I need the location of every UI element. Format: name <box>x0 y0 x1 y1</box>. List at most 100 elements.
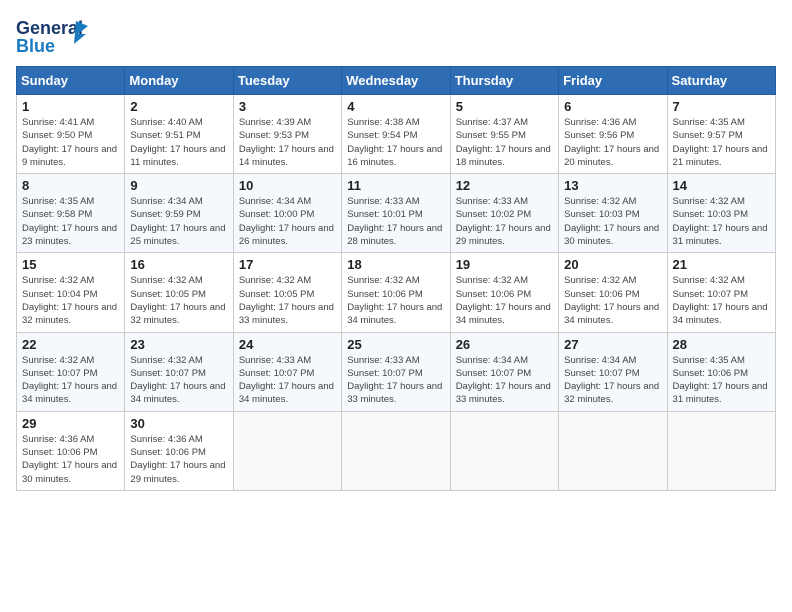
day-info: Sunrise: 4:33 AMSunset: 10:02 PMDaylight… <box>456 195 553 248</box>
day-number: 6 <box>564 99 661 114</box>
day-number: 1 <box>22 99 119 114</box>
header-day-wednesday: Wednesday <box>342 67 450 95</box>
calendar-cell: 12 Sunrise: 4:33 AMSunset: 10:02 PMDaylig… <box>450 174 558 253</box>
calendar-table: SundayMondayTuesdayWednesdayThursdayFrid… <box>16 66 776 491</box>
calendar-cell: 22 Sunrise: 4:32 AMSunset: 10:07 PMDaylig… <box>17 332 125 411</box>
day-number: 19 <box>456 257 553 272</box>
calendar-cell <box>559 411 667 490</box>
calendar-cell: 17Sunrise: 4:32 AMSunset: 10:05 PMDaylig… <box>233 253 341 332</box>
day-info: Sunrise: 4:34 AMSunset: 9:59 PMDaylight:… <box>130 195 227 248</box>
calendar-cell: 25 Sunrise: 4:33 AMSunset: 10:07 PMDaylig… <box>342 332 450 411</box>
calendar-cell <box>342 411 450 490</box>
day-number: 17 <box>239 257 336 272</box>
day-info: Sunrise: 4:32 AMSunset: 10:07 PMDaylight… <box>130 354 227 407</box>
day-info: Sunrise: 4:39 AMSunset: 9:53 PMDaylight:… <box>239 116 336 169</box>
header-day-friday: Friday <box>559 67 667 95</box>
calendar-cell: 5 Sunrise: 4:37 AMSunset: 9:55 PMDaylight… <box>450 95 558 174</box>
day-number: 26 <box>456 337 553 352</box>
calendar-week-row: 15 Sunrise: 4:32 AMSunset: 10:04 PMDaylig… <box>17 253 776 332</box>
day-info: Sunrise: 4:40 AMSunset: 9:51 PMDaylight:… <box>130 116 227 169</box>
calendar-cell <box>450 411 558 490</box>
logo: GeneralBlue <box>16 16 96 56</box>
day-number: 30 <box>130 416 227 431</box>
calendar-cell: 26 Sunrise: 4:34 AMSunset: 10:07 PMDaylig… <box>450 332 558 411</box>
calendar-cell: 29 Sunrise: 4:36 AMSunset: 10:06 PMDaylig… <box>17 411 125 490</box>
calendar-cell: 20 Sunrise: 4:32 AMSunset: 10:06 PMDaylig… <box>559 253 667 332</box>
day-number: 15 <box>22 257 119 272</box>
day-number: 13 <box>564 178 661 193</box>
calendar-cell <box>667 411 775 490</box>
day-info: Sunrise: 4:32 AMSunset: 10:06 PMDaylight… <box>347 274 444 327</box>
calendar-week-row: 29 Sunrise: 4:36 AMSunset: 10:06 PMDaylig… <box>17 411 776 490</box>
day-number: 11 <box>347 178 444 193</box>
day-info: Sunrise: 4:32 AMSunset: 10:07 PMDaylight… <box>22 354 119 407</box>
calendar-cell: 2 Sunrise: 4:40 AMSunset: 9:51 PMDaylight… <box>125 95 233 174</box>
day-info: Sunrise: 4:32 AMSunset: 10:06 PMDaylight… <box>456 274 553 327</box>
day-number: 16 <box>130 257 227 272</box>
day-info: Sunrise: 4:35 AMSunset: 9:57 PMDaylight:… <box>673 116 770 169</box>
day-info: Sunrise: 4:34 AMSunset: 10:07 PMDaylight… <box>564 354 661 407</box>
day-info: Sunrise: 4:38 AMSunset: 9:54 PMDaylight:… <box>347 116 444 169</box>
calendar-cell: 18 Sunrise: 4:32 AMSunset: 10:06 PMDaylig… <box>342 253 450 332</box>
day-info: Sunrise: 4:32 AMSunset: 10:06 PMDaylight… <box>564 274 661 327</box>
day-number: 21 <box>673 257 770 272</box>
calendar-cell: 4 Sunrise: 4:38 AMSunset: 9:54 PMDaylight… <box>342 95 450 174</box>
day-number: 5 <box>456 99 553 114</box>
calendar-cell: 16 Sunrise: 4:32 AMSunset: 10:05 PMDaylig… <box>125 253 233 332</box>
day-info: Sunrise: 4:32 AMSunset: 10:05 PMDaylight… <box>130 274 227 327</box>
day-number: 25 <box>347 337 444 352</box>
day-info: Sunrise: 4:41 AMSunset: 9:50 PMDaylight:… <box>22 116 119 169</box>
header-day-sunday: Sunday <box>17 67 125 95</box>
calendar-cell: 28 Sunrise: 4:35 AMSunset: 10:06 PMDaylig… <box>667 332 775 411</box>
day-info: Sunrise: 4:36 AMSunset: 10:06 PMDaylight… <box>130 433 227 486</box>
calendar-cell: 15 Sunrise: 4:32 AMSunset: 10:04 PMDaylig… <box>17 253 125 332</box>
calendar-week-row: 8 Sunrise: 4:35 AMSunset: 9:58 PMDaylight… <box>17 174 776 253</box>
calendar-cell: 23Sunrise: 4:32 AMSunset: 10:07 PMDaylig… <box>125 332 233 411</box>
day-number: 14 <box>673 178 770 193</box>
day-info: Sunrise: 4:33 AMSunset: 10:07 PMDaylight… <box>347 354 444 407</box>
calendar-week-row: 22 Sunrise: 4:32 AMSunset: 10:07 PMDaylig… <box>17 332 776 411</box>
day-number: 3 <box>239 99 336 114</box>
header-day-tuesday: Tuesday <box>233 67 341 95</box>
calendar-cell <box>233 411 341 490</box>
calendar-cell: 27 Sunrise: 4:34 AMSunset: 10:07 PMDaylig… <box>559 332 667 411</box>
calendar-cell: 24Sunrise: 4:33 AMSunset: 10:07 PMDaylig… <box>233 332 341 411</box>
day-number: 7 <box>673 99 770 114</box>
general-blue-logo: GeneralBlue <box>16 16 96 56</box>
calendar-cell: 14 Sunrise: 4:32 AMSunset: 10:03 PMDaylig… <box>667 174 775 253</box>
svg-text:Blue: Blue <box>16 36 55 56</box>
calendar-cell: 1 Sunrise: 4:41 AMSunset: 9:50 PMDaylight… <box>17 95 125 174</box>
day-info: Sunrise: 4:34 AMSunset: 10:07 PMDaylight… <box>456 354 553 407</box>
day-number: 24 <box>239 337 336 352</box>
day-info: Sunrise: 4:33 AMSunset: 10:01 PMDaylight… <box>347 195 444 248</box>
day-info: Sunrise: 4:36 AMSunset: 9:56 PMDaylight:… <box>564 116 661 169</box>
day-info: Sunrise: 4:32 AMSunset: 10:07 PMDaylight… <box>673 274 770 327</box>
day-number: 22 <box>22 337 119 352</box>
calendar-header-row: SundayMondayTuesdayWednesdayThursdayFrid… <box>17 67 776 95</box>
page-header: GeneralBlue <box>16 16 776 56</box>
day-info: Sunrise: 4:37 AMSunset: 9:55 PMDaylight:… <box>456 116 553 169</box>
day-number: 12 <box>456 178 553 193</box>
day-info: Sunrise: 4:36 AMSunset: 10:06 PMDaylight… <box>22 433 119 486</box>
calendar-cell: 11 Sunrise: 4:33 AMSunset: 10:01 PMDaylig… <box>342 174 450 253</box>
calendar-cell: 3 Sunrise: 4:39 AMSunset: 9:53 PMDaylight… <box>233 95 341 174</box>
calendar-cell: 21 Sunrise: 4:32 AMSunset: 10:07 PMDaylig… <box>667 253 775 332</box>
day-number: 18 <box>347 257 444 272</box>
calendar-cell: 30 Sunrise: 4:36 AMSunset: 10:06 PMDaylig… <box>125 411 233 490</box>
day-info: Sunrise: 4:32 AMSunset: 10:03 PMDaylight… <box>564 195 661 248</box>
day-info: Sunrise: 4:35 AMSunset: 10:06 PMDaylight… <box>673 354 770 407</box>
day-number: 4 <box>347 99 444 114</box>
day-info: Sunrise: 4:32 AMSunset: 10:04 PMDaylight… <box>22 274 119 327</box>
day-info: Sunrise: 4:32 AMSunset: 10:03 PMDaylight… <box>673 195 770 248</box>
calendar-cell: 13 Sunrise: 4:32 AMSunset: 10:03 PMDaylig… <box>559 174 667 253</box>
day-number: 29 <box>22 416 119 431</box>
calendar-cell: 7 Sunrise: 4:35 AMSunset: 9:57 PMDaylight… <box>667 95 775 174</box>
day-number: 27 <box>564 337 661 352</box>
day-number: 2 <box>130 99 227 114</box>
day-number: 20 <box>564 257 661 272</box>
calendar-cell: 10Sunrise: 4:34 AMSunset: 10:00 PMDaylig… <box>233 174 341 253</box>
day-info: Sunrise: 4:35 AMSunset: 9:58 PMDaylight:… <box>22 195 119 248</box>
day-number: 8 <box>22 178 119 193</box>
calendar-cell: 9Sunrise: 4:34 AMSunset: 9:59 PMDaylight… <box>125 174 233 253</box>
day-number: 28 <box>673 337 770 352</box>
